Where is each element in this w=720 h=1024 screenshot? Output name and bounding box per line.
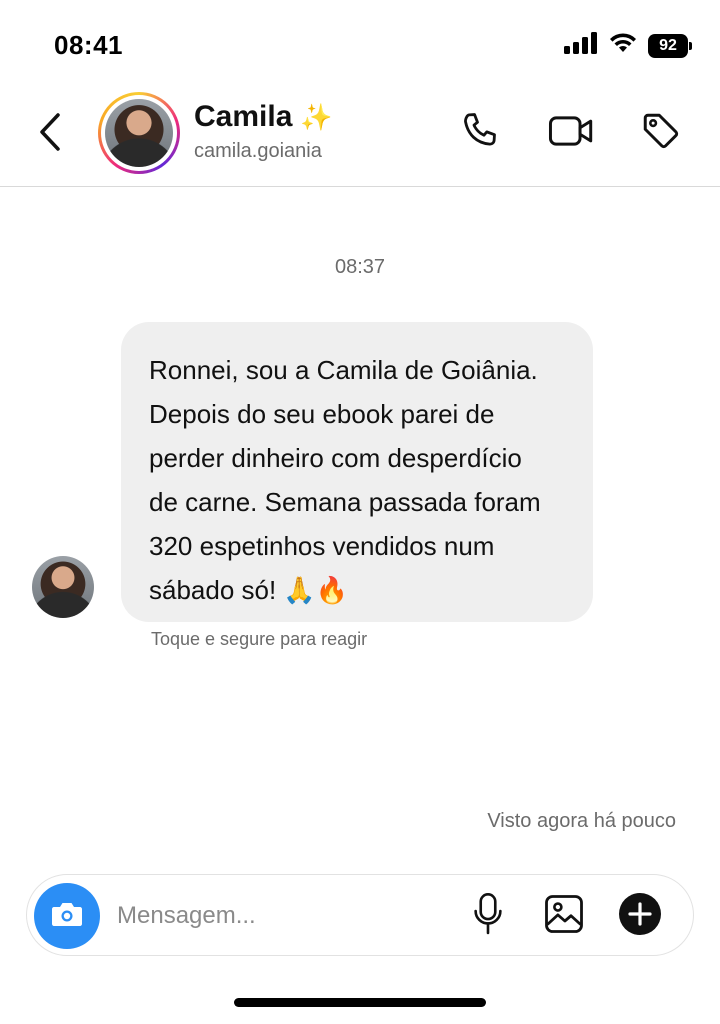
status-time: 08:41 xyxy=(54,30,123,60)
message-line: perder dinheiro com desperdício xyxy=(149,443,522,473)
message-line: Depois do seu ebook parei de xyxy=(149,399,495,429)
chat-header: Camila ✨ camila.goiania xyxy=(0,90,720,187)
tag-button[interactable] xyxy=(638,110,684,156)
message-composer xyxy=(26,874,694,956)
contact-avatar xyxy=(105,99,173,167)
message-timestamp: 08:37 xyxy=(334,256,386,278)
microphone-icon xyxy=(472,892,504,941)
tag-icon xyxy=(640,110,682,157)
back-button[interactable] xyxy=(30,112,70,156)
image-icon xyxy=(543,893,585,940)
camera-button[interactable] xyxy=(34,883,100,949)
message-line: de carne. Semana passada foram xyxy=(149,487,541,517)
battery-indicator: 92 xyxy=(648,33,692,58)
message-line: Ronnei, sou a Camila de Goiânia. xyxy=(149,355,538,385)
contact-name: Camila xyxy=(194,100,293,133)
sparkles-emoji: ✨ xyxy=(300,102,333,132)
home-indicator[interactable] xyxy=(234,998,486,1007)
cellular-signal-icon xyxy=(564,32,598,59)
message-input[interactable] xyxy=(117,893,447,939)
message-line: sábado só! 🙏🔥 xyxy=(149,575,349,605)
status-bar: 08:41 92 xyxy=(0,0,720,90)
camera-icon xyxy=(50,899,84,934)
contact-info[interactable]: Camila ✨ camila.goiania xyxy=(194,100,333,163)
back-chevron-icon xyxy=(38,112,62,157)
battery-level: 92 xyxy=(659,36,677,54)
gallery-button[interactable] xyxy=(541,891,587,941)
composer-actions xyxy=(465,891,663,941)
status-indicators: 92 xyxy=(564,32,692,59)
sender-avatar[interactable] xyxy=(32,556,94,618)
seen-status: Visto agora há pouco xyxy=(487,810,676,832)
wifi-icon xyxy=(608,32,638,59)
message-line: 320 espetinhos vendidos num xyxy=(149,531,495,561)
message-bubble[interactable]: Ronnei, sou a Camila de Goiânia. Depois … xyxy=(121,322,593,622)
video-camera-icon xyxy=(548,111,594,156)
audio-call-button[interactable] xyxy=(458,110,504,156)
contact-handle: camila.goiania xyxy=(194,140,322,162)
video-call-button[interactable] xyxy=(548,110,594,156)
reaction-hint: Toque e segure para reagir xyxy=(151,629,368,649)
plus-icon xyxy=(618,892,662,941)
contact-avatar-button[interactable] xyxy=(98,92,180,174)
phone-icon xyxy=(460,110,502,157)
voice-message-button[interactable] xyxy=(465,891,511,941)
dm-screen: 08:41 92 Camila ✨ camila.goiania 08:37 R… xyxy=(0,0,720,1024)
more-options-button[interactable] xyxy=(617,891,663,941)
incoming-message: Ronnei, sou a Camila de Goiânia. Depois … xyxy=(32,322,632,622)
header-actions xyxy=(458,110,684,156)
